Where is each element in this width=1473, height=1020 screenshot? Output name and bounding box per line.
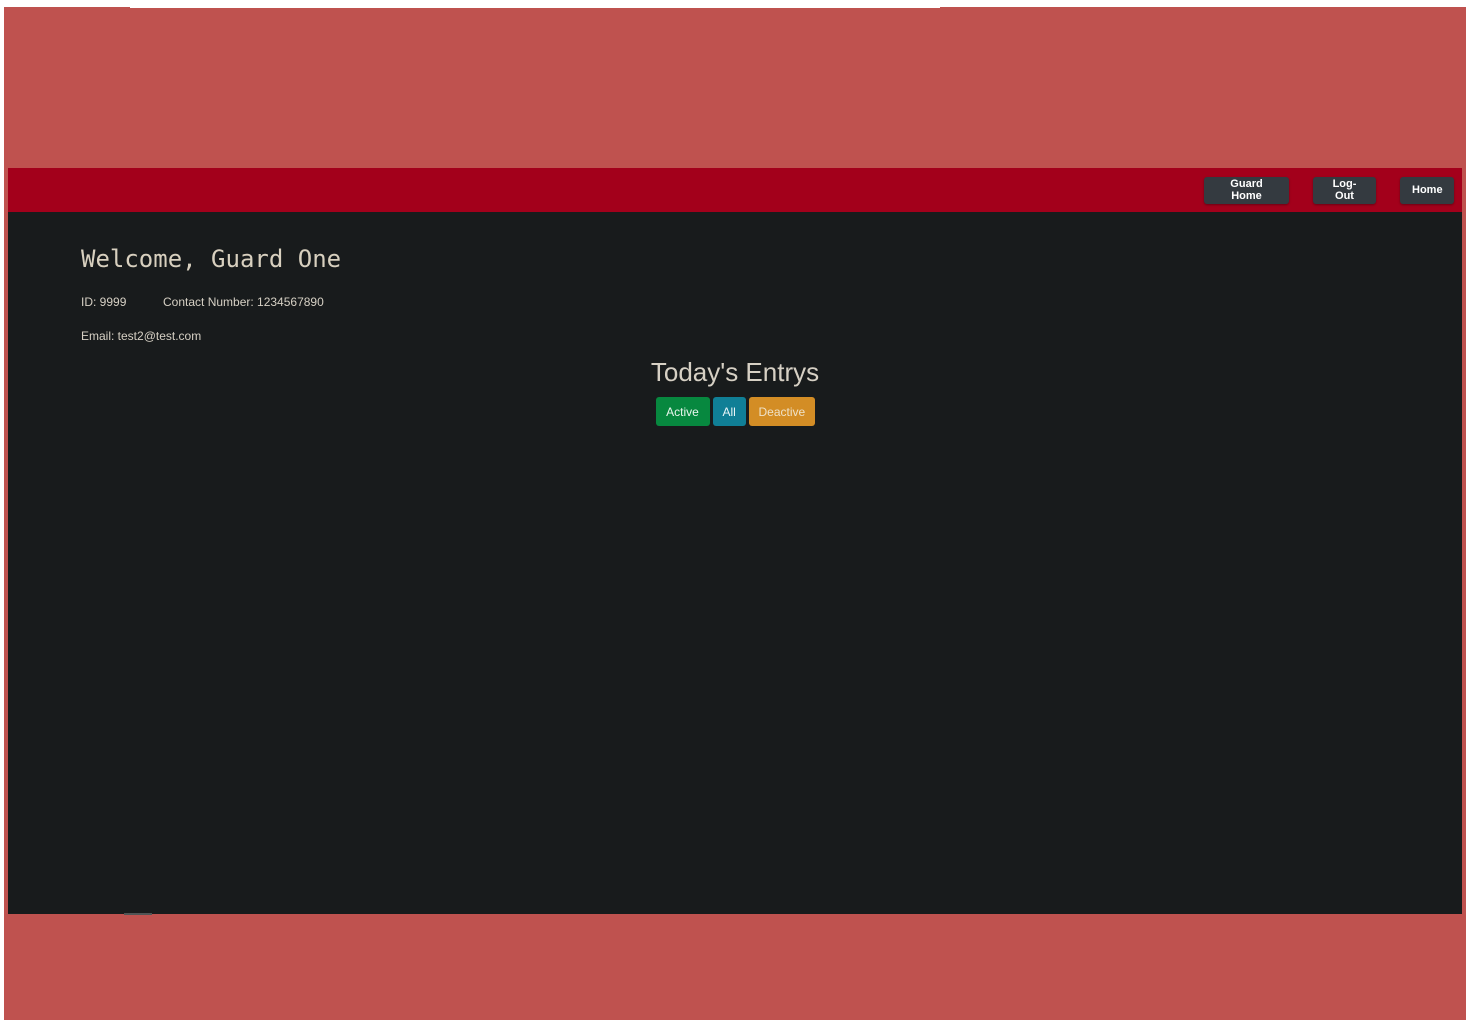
entry-filter-group: Active All Deactive (8, 397, 1462, 426)
top-strip (130, 7, 940, 8)
contact-number: Contact Number: 1234567890 (163, 295, 324, 309)
guard-id: ID: 9999 (81, 295, 127, 309)
email-address: Email: test2@test.com (81, 329, 202, 343)
all-filter-button[interactable]: All (712, 397, 746, 426)
deactive-filter-button[interactable]: Deactive (748, 397, 815, 426)
guard-home-button[interactable]: Guard Home (1204, 176, 1289, 204)
bottom-marker (124, 913, 152, 915)
page-frame: Guard Home Log-Out Home Welcome, Guard O… (4, 7, 1466, 1020)
active-filter-button[interactable]: Active (655, 397, 710, 426)
navbar: Guard Home Log-Out Home (8, 168, 1462, 212)
entries-title: Today's Entrys (650, 357, 820, 387)
welcome-heading: Welcome, Guard One (81, 245, 342, 273)
home-button[interactable]: Home (1400, 176, 1454, 204)
log-out-button[interactable]: Log-Out (1313, 176, 1376, 204)
main-content: Welcome, Guard One ID: 9999 Contact Numb… (8, 212, 1462, 915)
